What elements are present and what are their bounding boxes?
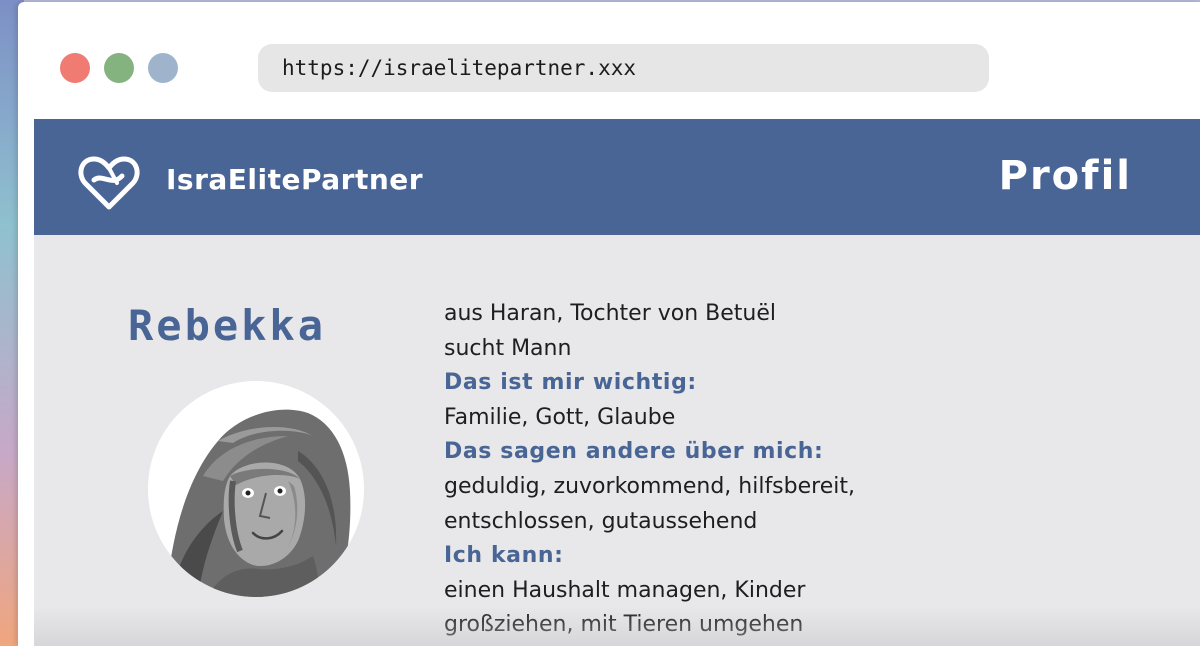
brand-name[interactable]: IsraElitePartner [166, 163, 423, 196]
web-page: IsraElitePartner Profil Rebekka aus Hara… [34, 119, 1200, 646]
close-window-button[interactable] [60, 53, 90, 83]
minimize-window-button[interactable] [104, 53, 134, 83]
others-say-values-line1: geduldig, zuvorkommend, hilfsbereit, [444, 473, 855, 499]
skills-values-line1: einen Haushalt managen, Kinder [444, 577, 806, 603]
address-bar[interactable]: https://israelitepartner.xxx [258, 44, 989, 92]
heart-icon[interactable] [78, 153, 140, 211]
profile-avatar [148, 381, 364, 597]
profile-name: Rebekka [128, 301, 327, 350]
looking-for-line: sucht Mann [444, 335, 572, 361]
page-title: Profil [998, 153, 1132, 199]
browser-window: https://israelitepartner.xxx IsraElitePa… [18, 2, 1200, 646]
origin-line: aus Haran, Tochter von Betuël [444, 301, 777, 326]
profile-details: aus Haran, Tochter von Betuël sucht Mann… [444, 297, 1064, 643]
others-say-values-line2: entschlossen, gutaussehend [444, 508, 758, 534]
skills-values-line2: großziehen, mit Tieren umgehen [444, 612, 804, 638]
important-values: Familie, Gott, Glaube [444, 404, 676, 430]
important-label: Das ist mir wichtig: [444, 370, 697, 396]
skills-label: Ich kann: [444, 543, 564, 569]
woman-portrait-icon [168, 409, 351, 597]
others-say-label: Das sagen andere über mich: [444, 439, 824, 465]
url-text: https://israelitepartner.xxx [282, 56, 637, 80]
site-header: IsraElitePartner Profil [34, 119, 1200, 235]
maximize-window-button[interactable] [148, 53, 178, 83]
